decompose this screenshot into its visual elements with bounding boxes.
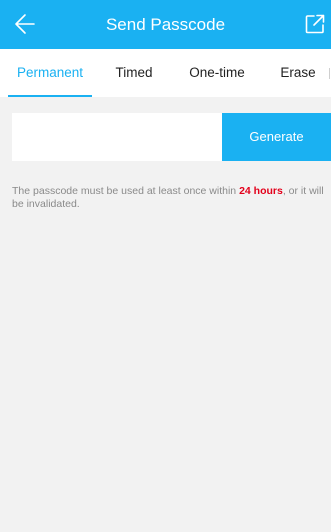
passcode-row: Generate (12, 113, 331, 161)
passcode-display (12, 113, 222, 161)
notice-highlight: 24 hours (239, 185, 283, 197)
validity-notice: The passcode must be used at least once … (12, 185, 324, 210)
tab-one-time[interactable]: One-time (176, 49, 258, 97)
active-tab-indicator (8, 95, 92, 97)
tab-divider (329, 68, 330, 79)
app-header: Send Passcode (0, 0, 331, 49)
tab-bar: Permanent Timed One-time Erase (0, 49, 331, 97)
notice-text-before: The passcode must be used at least once … (12, 185, 240, 197)
tab-erase[interactable]: Erase (264, 49, 331, 97)
tab-permanent[interactable]: Permanent (8, 49, 92, 97)
external-share-icon[interactable] (305, 14, 325, 34)
tab-timed[interactable]: Timed (96, 49, 172, 97)
generate-button[interactable]: Generate (222, 113, 331, 161)
page-title: Send Passcode (105, 15, 226, 34)
